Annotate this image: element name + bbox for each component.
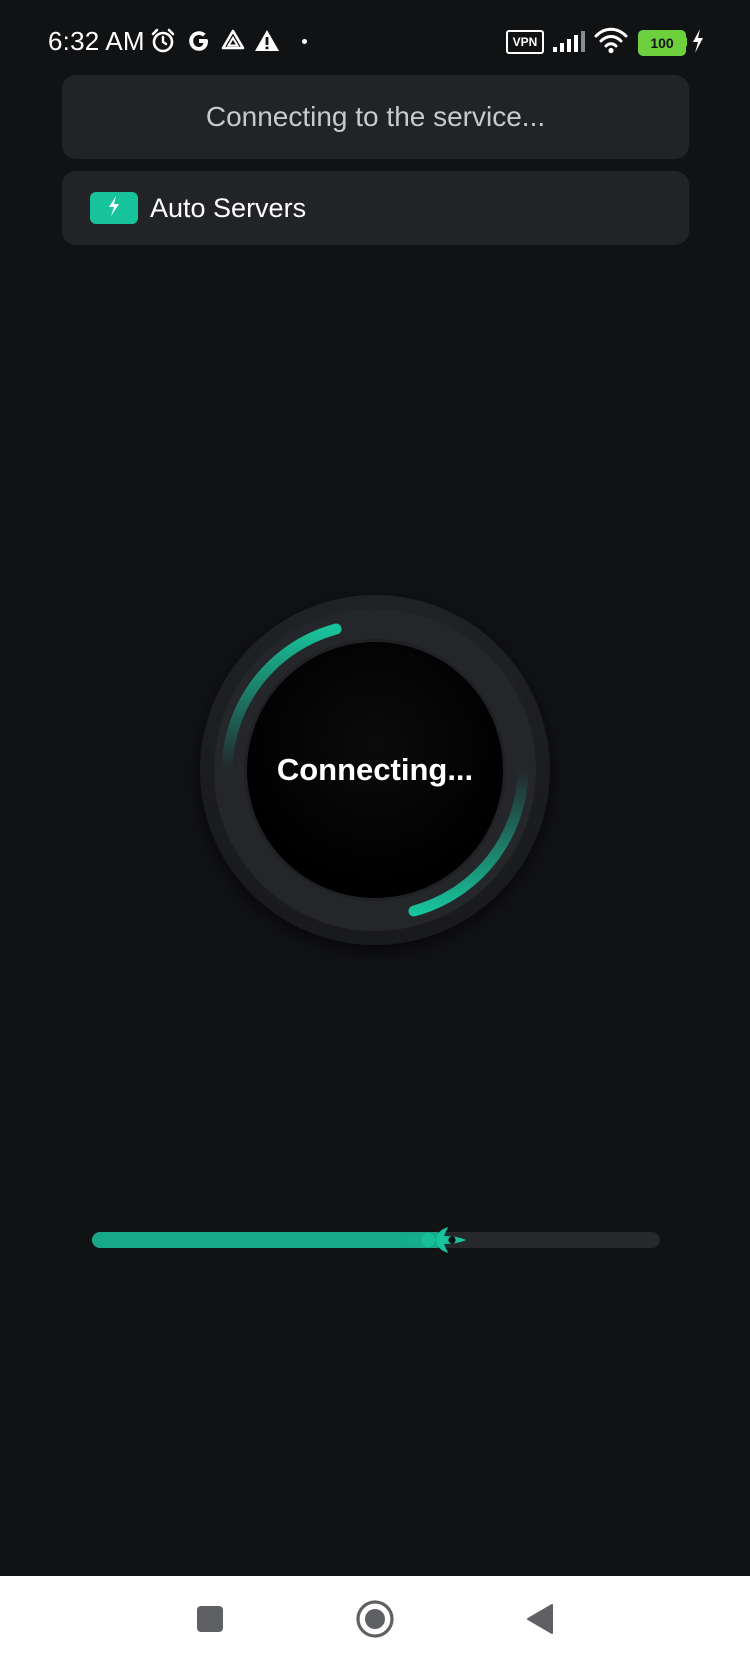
warning-icon [254,28,280,59]
home-circle-icon [355,1599,395,1644]
connection-status-text: Connecting to the service... [205,101,546,132]
system-navigation-bar [0,1576,750,1666]
drive-icon [220,28,246,59]
signal-icon [552,28,586,59]
recents-button[interactable] [185,1596,235,1646]
rocket-icon [396,1218,468,1262]
progress-fill [92,1232,444,1248]
back-triangle-icon [525,1602,555,1641]
recents-square-icon [195,1604,225,1639]
server-selector[interactable]: Auto Servers [62,171,689,245]
back-button[interactable] [515,1596,565,1646]
connection-progress-bar [92,1227,660,1253]
dial-status-label: Connecting... [276,752,474,787]
wifi-icon [594,26,628,59]
status-bar: 6:32 AM VPN 100 [0,0,750,84]
vpn-badge: VPN [506,30,544,54]
alarm-icon [150,28,176,59]
charging-icon [690,28,706,59]
connection-status-card: Connecting to the service... [62,75,689,159]
battery-indicator: 100 [638,30,686,56]
dial-center[interactable]: Connecting... [247,642,503,898]
google-icon [186,28,212,59]
home-button[interactable] [350,1596,400,1646]
battery-tip [684,37,687,47]
connect-dial[interactable]: Connecting... [200,595,550,945]
server-badge [90,192,138,224]
status-time: 6:32 AM [48,26,145,56]
notification-dot-icon [302,39,307,44]
server-label: Auto Servers [150,192,307,223]
lightning-icon [106,195,122,222]
